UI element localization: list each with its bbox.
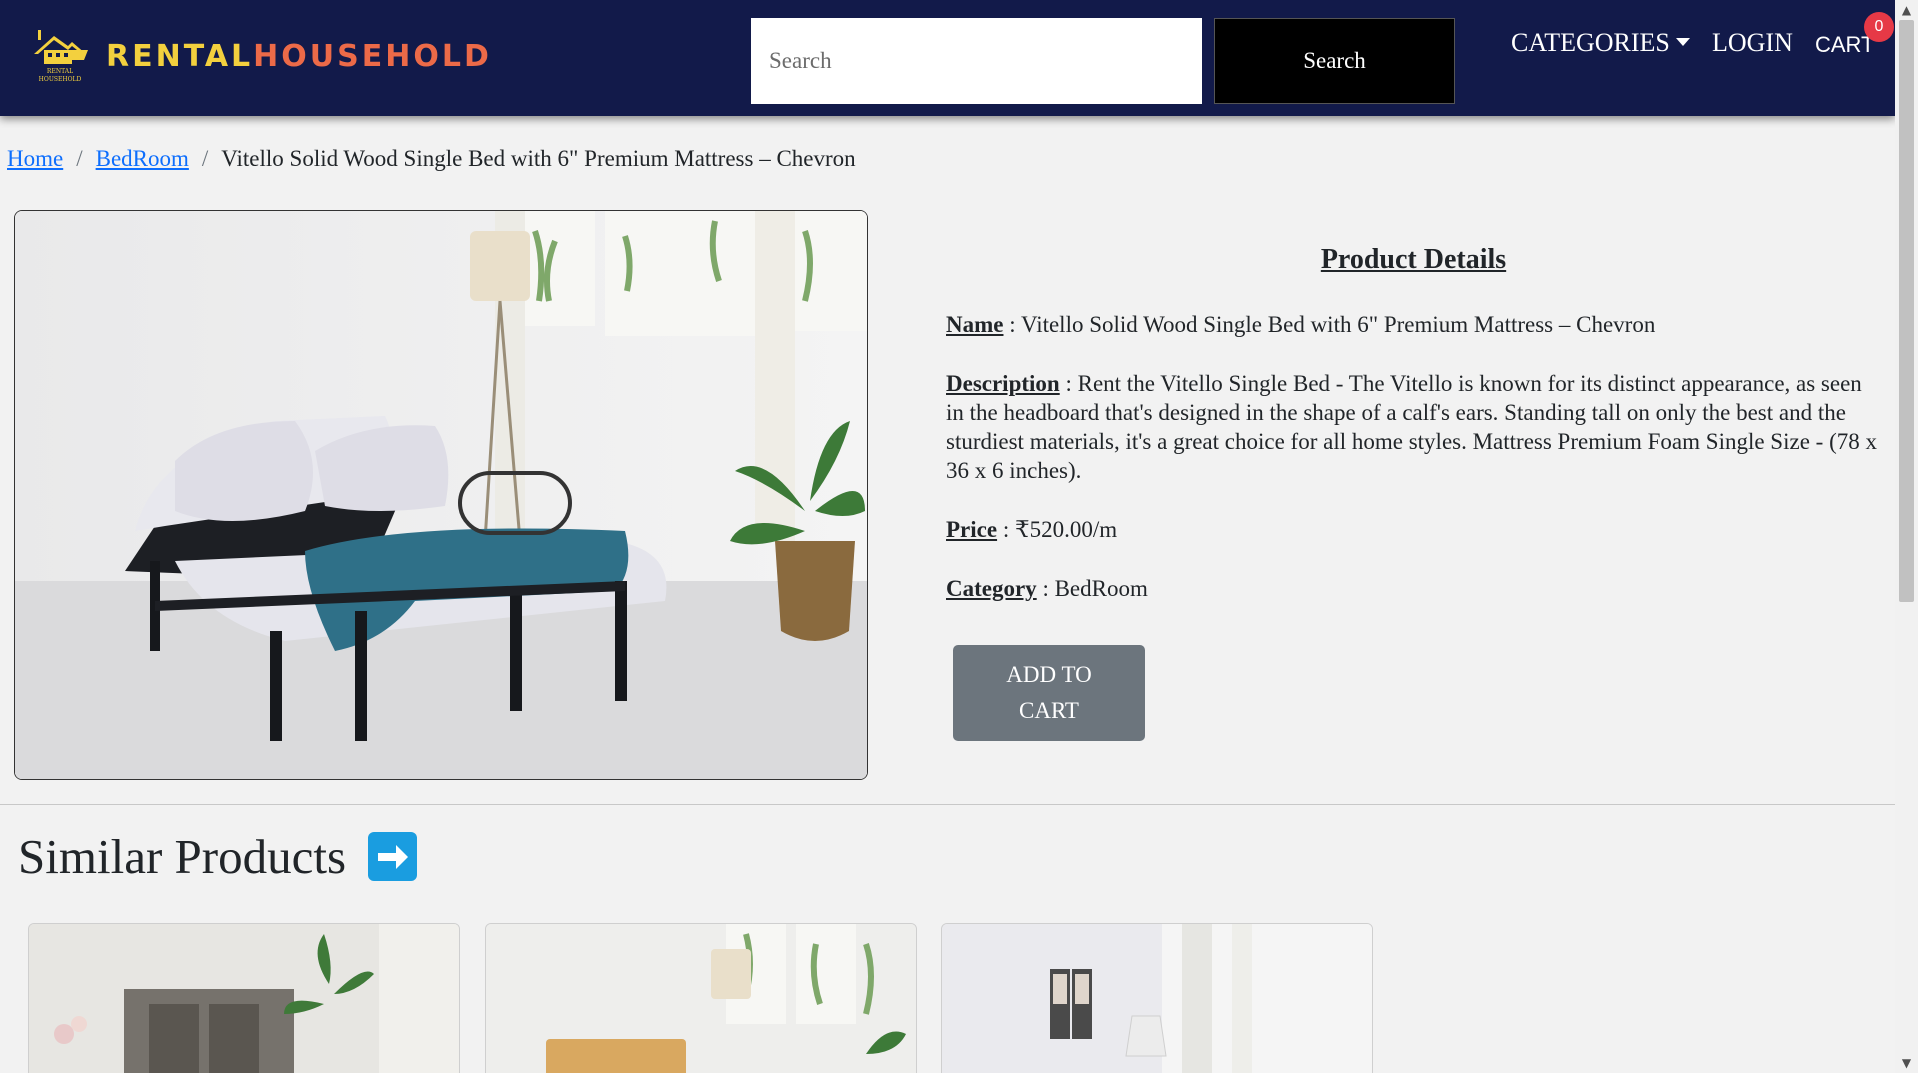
product-description-row: Description : Rent the Vitello Single Be… — [946, 371, 1877, 483]
breadcrumb-category-link[interactable]: BedRoom — [96, 146, 189, 172]
breadcrumb-home-link[interactable]: Home — [7, 146, 63, 172]
product-price: ₹520.00/m — [1014, 517, 1118, 542]
product-details-title: Product Details — [1320, 244, 1507, 275]
svg-text:HOUSEHOLD: HOUSEHOLD — [39, 76, 82, 83]
product-description: Rent the Vitello Single Bed - The Vitell… — [946, 371, 1877, 483]
product-image — [14, 210, 868, 780]
product-category: BedRoom — [1054, 576, 1148, 601]
similar-product-card[interactable] — [941, 923, 1373, 1073]
product-price-row: Price : ₹520.00/m — [946, 517, 1118, 542]
categories-dropdown[interactable]: CATEGORIES — [1511, 28, 1690, 58]
brand-name-part1: RENTAL — [106, 38, 254, 74]
page-scrollbar[interactable]: ▲ ▼ — [1895, 0, 1918, 1073]
add-to-cart-button[interactable]: ADD TO CART — [953, 645, 1145, 741]
top-navbar: RENTAL HOUSEHOLD RENTALHOUSEHOLD Search … — [0, 0, 1895, 116]
search-button[interactable]: Search — [1214, 18, 1455, 104]
brand-name-part2: HOUSEHOLD — [253, 38, 492, 74]
similar-product-card[interactable] — [28, 923, 460, 1073]
add-to-cart-label-line1: ADD TO — [1006, 662, 1092, 687]
right-arrow-icon[interactable] — [368, 832, 418, 881]
product-name: Vitello Solid Wood Single Bed with 6" Pr… — [1020, 312, 1656, 337]
scroll-down-icon[interactable]: ▼ — [1895, 1053, 1918, 1073]
product-details: Product Details Name : Vitello Solid Woo… — [946, 245, 1881, 633]
similar-products-header: Similar Products — [18, 828, 418, 885]
scrollbar-thumb[interactable] — [1899, 20, 1914, 602]
cart-count-badge: 0 — [1864, 12, 1894, 42]
search-input[interactable] — [751, 18, 1202, 104]
similar-product-card[interactable] — [485, 923, 917, 1073]
add-to-cart-label-line2: CART — [1019, 698, 1079, 723]
svg-text:RENTAL: RENTAL — [47, 68, 73, 75]
description-label: Description — [946, 371, 1060, 396]
house-logo-icon: RENTAL HOUSEHOLD — [30, 28, 90, 84]
site-logo[interactable]: RENTAL HOUSEHOLD RENTALHOUSEHOLD — [30, 28, 489, 84]
name-label: Name — [946, 312, 1004, 337]
caret-down-icon — [1675, 38, 1690, 47]
product-category-row: Category : BedRoom — [946, 576, 1148, 601]
section-divider — [0, 804, 1895, 805]
categories-label: CATEGORIES — [1511, 28, 1670, 57]
brand-name: RENTALHOUSEHOLD — [106, 39, 492, 74]
breadcrumb: Home / BedRoom / Vitello Solid Wood Sing… — [7, 146, 856, 172]
breadcrumb-current: Vitello Solid Wood Single Bed with 6" Pr… — [221, 146, 856, 171]
login-link[interactable]: LOGIN — [1712, 28, 1793, 58]
product-name-row: Name : Vitello Solid Wood Single Bed wit… — [946, 312, 1656, 337]
breadcrumb-separator: / — [201, 146, 209, 171]
category-label: Category — [946, 576, 1037, 601]
cart-link[interactable]: CART — [1815, 32, 1875, 58]
scroll-up-icon[interactable]: ▲ — [1895, 0, 1918, 20]
similar-products-title: Similar Products — [18, 829, 347, 884]
price-label: Price — [946, 517, 998, 542]
breadcrumb-separator: / — [76, 146, 83, 171]
